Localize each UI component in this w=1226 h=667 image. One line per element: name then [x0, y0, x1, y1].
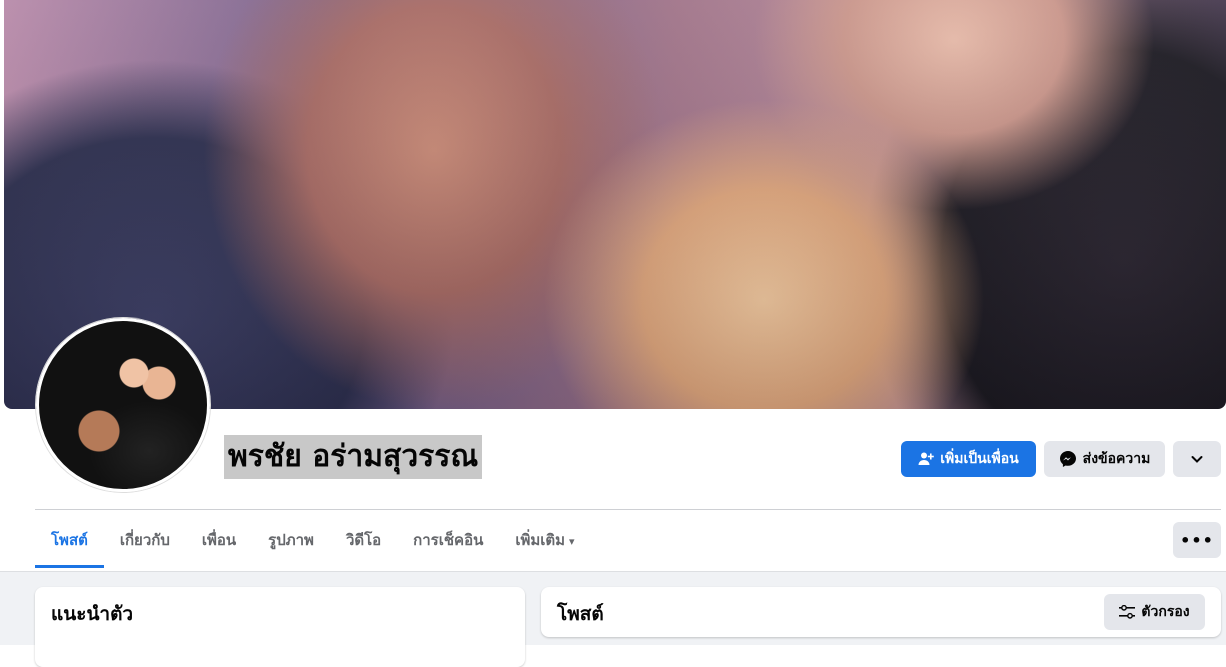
tab-posts[interactable]: โพสต์ — [35, 520, 104, 568]
add-friend-label: เพิ่มเป็นเพื่อน — [940, 451, 1019, 467]
tab-about[interactable]: เกี่ยวกับ — [104, 520, 186, 568]
caret-down-icon: ▾ — [569, 535, 575, 548]
intro-title: แนะนำตัว — [51, 603, 134, 625]
add-friend-icon — [918, 451, 935, 467]
tab-photos[interactable]: รูปภาพ — [252, 520, 330, 568]
ellipsis-icon: ••• — [1180, 530, 1214, 550]
tab-label: โพสต์ — [51, 531, 88, 549]
tab-label: วิดีโอ — [345, 531, 382, 549]
filter-icon — [1119, 605, 1136, 619]
tab-more[interactable]: เพิ่มเติม ▾ — [499, 520, 590, 568]
header-divider — [35, 509, 1221, 510]
tab-videos[interactable]: วิดีโอ — [330, 520, 397, 568]
tab-checkins[interactable]: การเช็คอิน — [397, 520, 499, 568]
tab-label: เกี่ยวกับ — [119, 531, 170, 549]
profile-tabs: โพสต์ เกี่ยวกับ เพื่อน รูปภาพ วิดีโอ การ… — [35, 520, 591, 570]
intro-card: แนะนำตัว — [35, 587, 525, 667]
posts-card: โพสต์ ตัวกรอง — [541, 587, 1221, 637]
message-label: ส่งข้อความ — [1082, 451, 1151, 467]
add-friend-button[interactable]: เพิ่มเป็นเพื่อน — [901, 441, 1036, 477]
tab-label: เพิ่มเติม — [515, 531, 566, 549]
messenger-icon — [1059, 450, 1077, 468]
tab-label: เพื่อน — [201, 531, 237, 549]
filter-button[interactable]: ตัวกรอง — [1104, 594, 1205, 630]
tab-label: การเช็คอิน — [413, 531, 484, 549]
tab-label: รูปภาพ — [268, 531, 314, 549]
filter-label: ตัวกรอง — [1141, 604, 1190, 620]
tab-friends[interactable]: เพื่อน — [186, 520, 252, 568]
message-button[interactable]: ส่งข้อความ — [1044, 441, 1165, 477]
profile-more-button[interactable] — [1173, 441, 1221, 477]
posts-title: โพสต์ — [557, 603, 604, 625]
profile-avatar[interactable] — [36, 318, 210, 492]
tabs-menu-button[interactable]: ••• — [1173, 522, 1221, 558]
chevron-down-icon — [1190, 452, 1204, 466]
profile-name: พรชัย อร่ามสุวรรณ — [224, 435, 483, 479]
